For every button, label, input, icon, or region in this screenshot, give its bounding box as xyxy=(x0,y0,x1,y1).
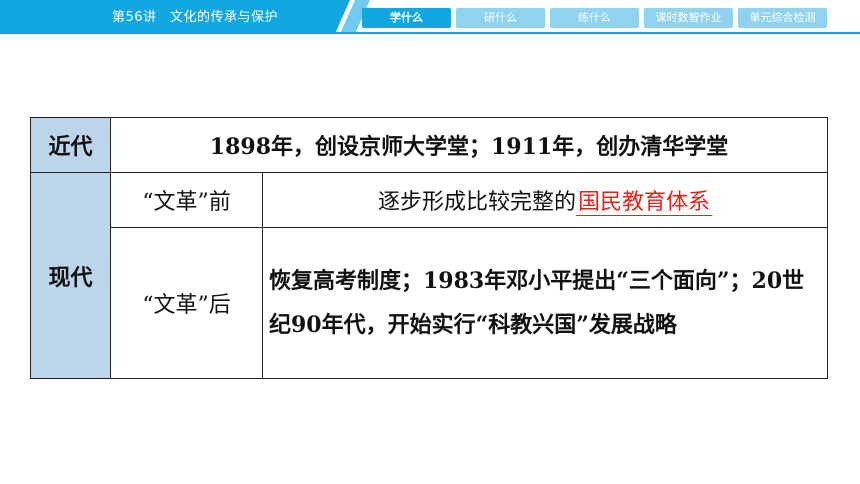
period-before-cr: “文革”前 xyxy=(110,172,263,228)
tab-unit-test[interactable]: 单元综合检测 xyxy=(738,8,827,28)
table-row-after-cr: “文革”后 恢复高考制度；1983年邓小平提出“三个面向”；20世纪90年代，开… xyxy=(31,227,828,379)
row-label-modern-early: 近代 xyxy=(30,117,111,173)
modern-early-content: 1898年，创设京师大学堂；1911年，创办清华学堂 xyxy=(110,117,828,173)
before-cr-content: 逐步形成比较完整的国民教育体系 xyxy=(262,172,828,228)
row-label-contemporary: 现代 xyxy=(30,172,111,379)
table-row-before-cr: 现代 “文革”前 逐步形成比较完整的国民教育体系 xyxy=(30,172,828,379)
tab-class-homework[interactable]: 课时数智作业 xyxy=(644,8,733,28)
top-banner: 第56讲 文化的传承与保护 学什么 研什么 练什么 课时数智作业 单元综合检测 xyxy=(0,0,860,34)
period-after-cr: “文革”后 xyxy=(110,227,263,379)
education-history-table: 近代 1898年，创设京师大学堂；1911年，创办清华学堂 现代 “文革”前 逐… xyxy=(30,117,828,379)
tab-study-what[interactable]: 研什么 xyxy=(456,8,545,28)
before-cr-text: 逐步形成比较完整的 xyxy=(377,190,576,215)
nav-tabs: 学什么 研什么 练什么 课时数智作业 单元综合检测 xyxy=(0,8,860,30)
tab-learn-what[interactable]: 学什么 xyxy=(362,8,451,28)
answer-national-education-system: 国民教育体系 xyxy=(576,190,713,216)
table-row-modern-early: 近代 1898年，创设京师大学堂；1911年，创办清华学堂 xyxy=(30,117,828,173)
tab-practice-what[interactable]: 练什么 xyxy=(550,8,639,28)
after-cr-content: 恢复高考制度；1983年邓小平提出“三个面向”；20世纪90年代，开始实行“科教… xyxy=(262,227,828,379)
